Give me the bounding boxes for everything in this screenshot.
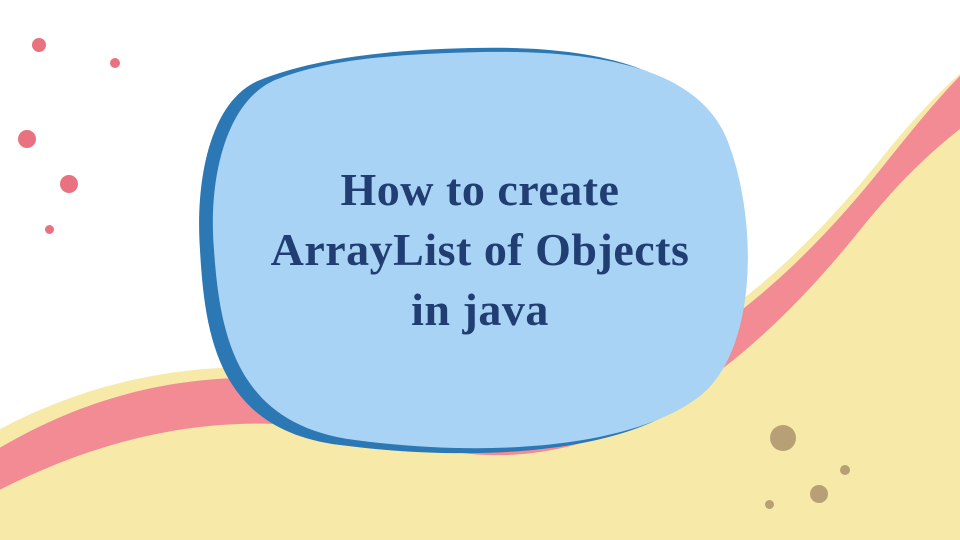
- graphic-canvas: How to create ArrayList of Objects in ja…: [0, 0, 960, 540]
- title-line-3: in java: [411, 284, 549, 335]
- title-line-1: How to create: [341, 164, 620, 215]
- decor-dot: [840, 465, 850, 475]
- graphic-title: How to create ArrayList of Objects in ja…: [220, 160, 740, 339]
- title-line-2: ArrayList of Objects: [271, 224, 690, 275]
- decor-dot: [110, 58, 120, 68]
- decor-dot: [45, 225, 54, 234]
- decor-dot: [60, 175, 78, 193]
- decor-dot: [770, 425, 796, 451]
- decor-dot: [32, 38, 46, 52]
- decor-dot: [765, 500, 774, 509]
- decor-dot: [18, 130, 36, 148]
- decor-dot: [810, 485, 828, 503]
